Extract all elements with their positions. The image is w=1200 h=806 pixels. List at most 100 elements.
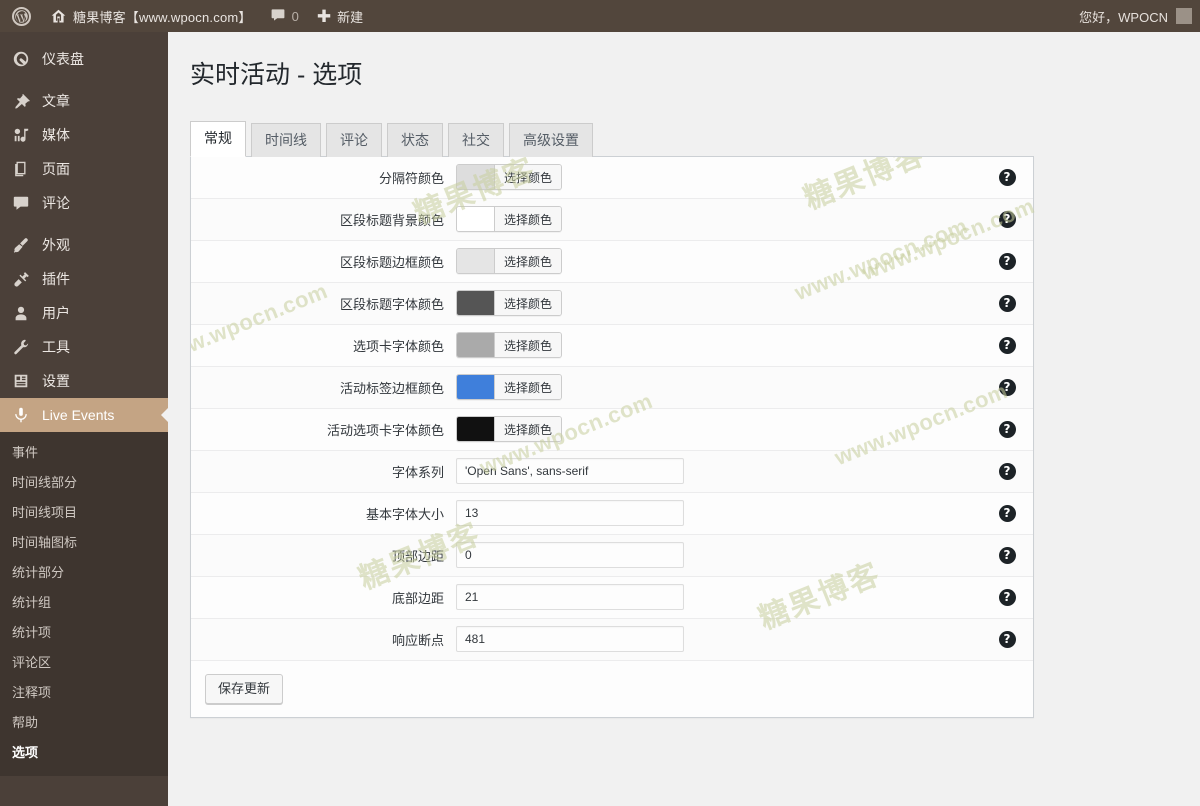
help-icon[interactable]: ? [998, 294, 1016, 312]
table-row: 活动选项卡字体颜色 选择颜色 ? [191, 408, 1033, 451]
color-swatch [457, 417, 495, 441]
font-family-input[interactable] [456, 458, 684, 484]
color-swatch [457, 165, 495, 189]
sidebar-item-label: 媒体 [42, 127, 70, 143]
comments-menu[interactable]: 0 [261, 0, 308, 32]
field-help: ? [981, 168, 1033, 186]
submenu-item-options[interactable]: 选项 [0, 738, 168, 768]
field-control: 选择颜色 [456, 164, 981, 190]
sidebar-item-label: 用户 [42, 305, 70, 321]
field-label: 底部边距 [391, 590, 444, 606]
color-picker-label: 选择颜色 [495, 165, 562, 189]
field-help: ? [981, 378, 1033, 396]
sidebar-item-label: 文章 [42, 93, 70, 109]
field-control [456, 458, 981, 484]
dashboard-icon [11, 50, 31, 68]
tab-advanced[interactable]: 高级设置 [509, 122, 593, 157]
field-label: 顶部边距 [391, 548, 444, 564]
help-icon[interactable]: ? [998, 168, 1016, 186]
submenu-item-annotations[interactable]: 注释项 [0, 678, 168, 708]
help-icon[interactable]: ? [998, 588, 1016, 606]
wordpress-logo-icon [12, 6, 31, 26]
color-swatch [457, 333, 495, 357]
tab-social[interactable]: 社交 [448, 122, 504, 157]
tab-general[interactable]: 常规 [190, 120, 246, 157]
sidebar-item-posts[interactable]: 文章 [0, 84, 168, 118]
menu-separator [0, 76, 168, 84]
plus-icon: ✚ [316, 6, 332, 26]
submenu-item-comment-area[interactable]: 评论区 [0, 648, 168, 678]
pin-icon [11, 92, 31, 110]
new-content-menu[interactable]: ✚ 新建 [308, 0, 372, 32]
help-icon[interactable]: ? [998, 420, 1016, 438]
field-control [456, 542, 981, 568]
save-button[interactable]: 保存更新 [205, 673, 284, 704]
color-picker-button[interactable]: 选择颜色 [456, 416, 563, 442]
table-row: 字体系列 ? [191, 450, 1033, 493]
content-area: 实时活动 - 选项 常规 时间线 评论 状态 社交 高级设置 分隔符颜色 选择颜… [168, 32, 1200, 806]
margin-top-input[interactable] [456, 542, 684, 568]
comment-count: 0 [291, 8, 299, 24]
color-picker-button[interactable]: 选择颜色 [456, 290, 563, 316]
help-icon[interactable]: ? [998, 504, 1016, 522]
help-icon[interactable]: ? [998, 630, 1016, 648]
submenu-item-timeline-items[interactable]: 时间线项目 [0, 498, 168, 528]
color-picker-button[interactable]: 选择颜色 [456, 164, 563, 190]
table-row: 顶部边距 ? [191, 534, 1033, 577]
help-icon[interactable]: ? [998, 462, 1016, 480]
responsive-breakpoint-input[interactable] [456, 626, 684, 652]
sidebar-item-tools[interactable]: 工具 [0, 330, 168, 364]
submenu-item-events[interactable]: 事件 [0, 438, 168, 468]
field-help: ? [981, 462, 1033, 480]
site-name-menu[interactable]: 糖果博客【www.wpocn.com】 [41, 0, 261, 32]
tab-status[interactable]: 状态 [387, 122, 443, 157]
table-row: 响应断点 ? [191, 618, 1033, 661]
color-picker-button[interactable]: 选择颜色 [456, 248, 563, 274]
sidebar-item-comments[interactable]: 评论 [0, 186, 168, 220]
sidebar-item-appearance[interactable]: 外观 [0, 228, 168, 262]
sidebar-item-label: 页面 [42, 161, 70, 177]
color-swatch [457, 207, 495, 231]
help-icon[interactable]: ? [998, 378, 1016, 396]
field-control: 选择颜色 [456, 206, 981, 232]
sidebar-item-media[interactable]: 媒体 [0, 118, 168, 152]
page-title: 实时活动 - 选项 [190, 61, 363, 89]
sidebar-item-dashboard[interactable]: 仪表盘 [0, 42, 168, 76]
submenu-item-help[interactable]: 帮助 [0, 708, 168, 738]
submenu-item-timeline-icons[interactable]: 时间轴图标 [0, 528, 168, 558]
submenu-item-timeline-sections[interactable]: 时间线部分 [0, 468, 168, 498]
microphone-icon [11, 406, 31, 424]
color-picker-button[interactable]: 选择颜色 [456, 206, 563, 232]
field-help: ? [981, 210, 1033, 228]
submenu-item-stat-groups[interactable]: 统计组 [0, 588, 168, 618]
table-row: 分隔符颜色 选择颜色 ? [191, 156, 1033, 199]
sidebar-item-label: 工具 [42, 339, 70, 355]
field-help: ? [981, 546, 1033, 564]
sidebar-item-pages[interactable]: 页面 [0, 152, 168, 186]
help-icon[interactable]: ? [998, 210, 1016, 228]
submenu-item-stat-sections[interactable]: 统计部分 [0, 558, 168, 588]
help-icon[interactable]: ? [998, 252, 1016, 270]
wp-logo-menu[interactable] [0, 0, 41, 32]
margin-bottom-input[interactable] [456, 584, 684, 610]
sidebar-item-settings[interactable]: 设置 [0, 364, 168, 398]
tab-timeline[interactable]: 时间线 [251, 122, 321, 157]
sidebar-item-plugins[interactable]: 插件 [0, 262, 168, 296]
my-account-menu[interactable]: 您好，WPOCN [1079, 7, 1200, 26]
help-icon[interactable]: ? [998, 546, 1016, 564]
sidebar-item-label: Live Events [42, 407, 115, 423]
table-row: 选项卡字体颜色 选择颜色 ? [191, 324, 1033, 367]
color-picker-button[interactable]: 选择颜色 [456, 374, 563, 400]
field-help: ? [981, 588, 1033, 606]
sidebar-item-live-events[interactable]: Live Events [0, 398, 169, 432]
sidebar-item-users[interactable]: 用户 [0, 296, 168, 330]
field-help: ? [981, 630, 1033, 648]
table-row: 活动标签边框颜色 选择颜色 ? [191, 366, 1033, 409]
tab-comments[interactable]: 评论 [326, 122, 382, 157]
field-label: 响应断点 [391, 632, 444, 648]
submenu-item-stat-items[interactable]: 统计项 [0, 618, 168, 648]
color-picker-label: 选择颜色 [495, 249, 562, 273]
help-icon[interactable]: ? [998, 336, 1016, 354]
color-picker-button[interactable]: 选择颜色 [456, 332, 563, 358]
base-font-size-input[interactable] [456, 500, 684, 526]
